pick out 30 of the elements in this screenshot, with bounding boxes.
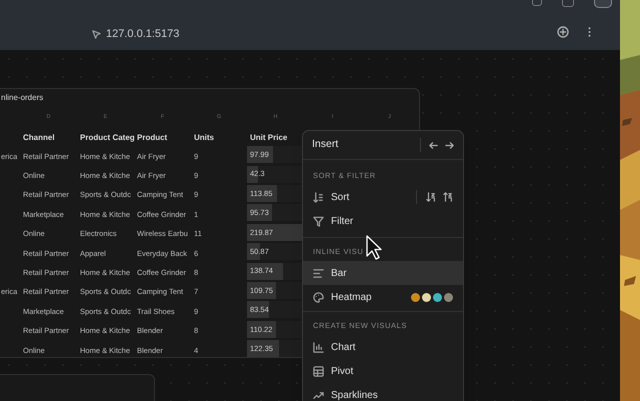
menu-item[interactable]: Bar xyxy=(303,261,463,285)
navigation-icon xyxy=(92,30,101,39)
sheet-title: nline-orders xyxy=(1,92,44,104)
sort-icon xyxy=(313,192,324,202)
trend-icon xyxy=(313,390,324,400)
menu-title: Insert xyxy=(312,137,340,152)
menu-item[interactable]: Chart xyxy=(303,335,463,359)
menu-item[interactable]: Filter xyxy=(303,209,463,233)
menu-item[interactable]: Sort xyxy=(303,185,463,209)
menu-item[interactable]: Heatmap xyxy=(303,285,463,309)
back-arrow-icon[interactable] xyxy=(429,140,438,150)
column-header: Units xyxy=(194,132,214,142)
add-icon[interactable] xyxy=(557,26,569,38)
column-header: Product xyxy=(137,132,168,142)
more-icon[interactable] xyxy=(588,27,591,37)
menu-item[interactable]: Pivot xyxy=(303,359,463,383)
cursor-icon xyxy=(366,235,382,261)
address-text[interactable]: 127.0.0.1:5173 xyxy=(106,26,180,42)
bar-chart-icon xyxy=(313,342,324,352)
sort-ascending-icon[interactable] xyxy=(426,192,436,202)
palette-icon xyxy=(313,292,324,302)
table-icon xyxy=(313,366,324,376)
forward-arrow-icon[interactable] xyxy=(445,140,454,150)
lines-icon xyxy=(313,268,324,278)
column-header: Channel xyxy=(23,132,55,142)
sort-descending-icon[interactable] xyxy=(443,192,453,202)
column-header: Product Categ xyxy=(80,132,135,142)
filter-icon xyxy=(313,216,324,226)
column-header: Unit Price xyxy=(250,132,288,142)
menu-item[interactable]: Sparklines xyxy=(303,383,463,401)
